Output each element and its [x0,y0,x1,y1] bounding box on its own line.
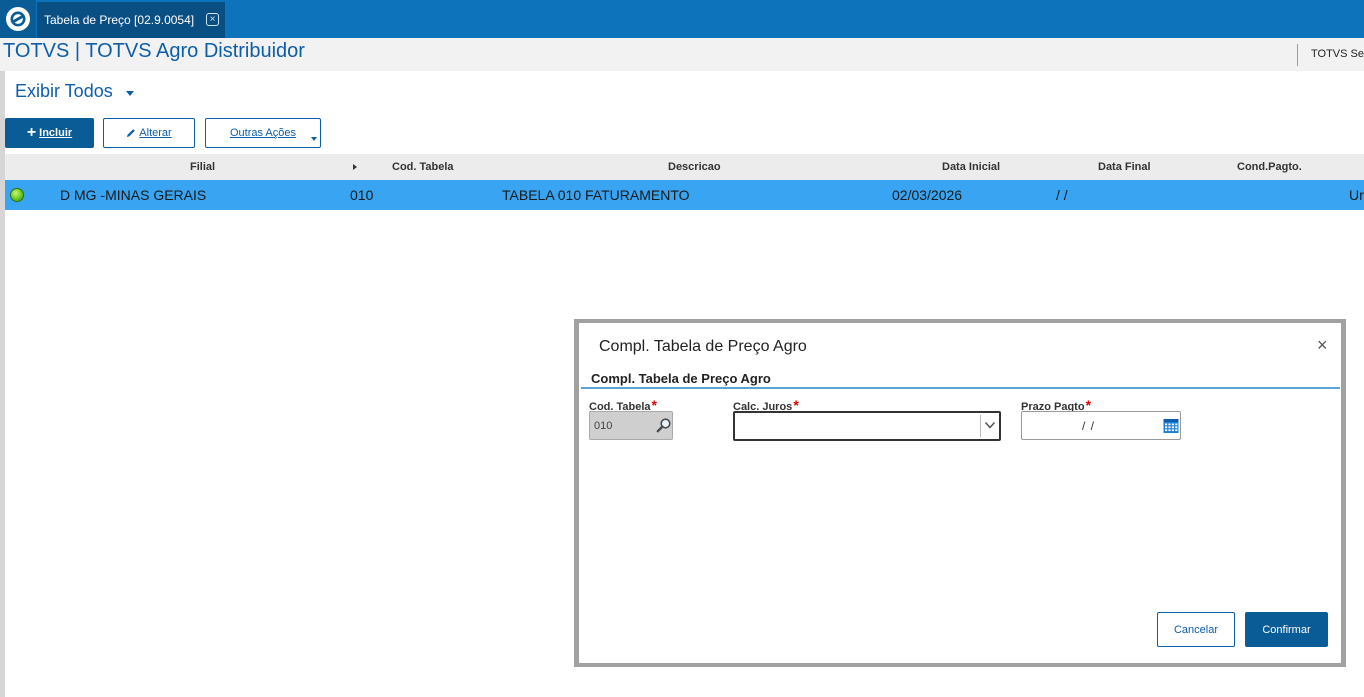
cell-cond-pagto: Ur [1349,187,1364,203]
close-icon[interactable]: × [1317,335,1328,356]
calendar-icon[interactable] [1163,418,1179,434]
cell-cod-tabela: 010 [350,187,374,203]
cell-descricao: TABELA 010 FATURAMENTO [502,187,690,203]
dialog-compl-tabela: Compl. Tabela de Preço Agro × Compl. Tab… [579,323,1341,663]
cell-data-inicial: 02/03/2026 [892,187,963,203]
status-active-icon [10,188,24,202]
tab-close-icon[interactable]: × [206,13,219,26]
pencil-icon [127,129,136,137]
view-filter-label: Exibir Todos [15,81,113,101]
totvs-logo-button[interactable] [0,0,36,38]
prazo-pagto-value: / / [1082,419,1096,433]
chevron-down-icon [984,421,996,429]
totvs-logo-icon [6,7,30,31]
search-icon[interactable] [656,417,672,433]
cell-data-final: / / [1056,187,1068,203]
view-filter-dropdown[interactable]: Exibir Todos [15,81,134,102]
column-header-cond-pagto[interactable]: Cond.Pagto. [1237,161,1302,173]
header-divider [1297,44,1298,66]
cod-tabela-field: 010 [589,411,673,440]
calc-juros-select[interactable] [733,411,1001,441]
cell-filial: D MG -MINAS GERAIS [60,187,207,203]
cod-tabela-value: 010 [594,420,613,432]
plus-icon: + [26,124,37,141]
tab-bar: Tabela de Preço [02.9.0054] × [0,0,1364,38]
section-title: Compl. Tabela de Preço Agro [591,371,771,386]
alterar-label: Alterar [139,127,172,139]
select-divider [980,415,981,437]
header-user-info[interactable]: TOTVS Se [1311,48,1364,60]
outras-acoes-button[interactable]: Outras Ações [205,118,321,148]
alterar-button[interactable]: Alterar [103,118,195,148]
chevron-down-icon [125,90,134,96]
tab-tabela-de-preco[interactable]: Tabela de Preço [02.9.0054] × [37,2,225,38]
sort-arrow-icon [353,164,357,170]
outras-acoes-label: Outras Ações [229,127,297,139]
dialog-title: Compl. Tabela de Preço Agro [599,338,807,355]
incluir-button[interactable]: + Incluir [5,118,94,148]
cancel-button[interactable]: Cancelar [1157,612,1235,647]
tab-label: Tabela de Preço [02.9.0054] [44,13,195,27]
app-title: TOTVS | TOTVS Agro Distribuidor [3,40,305,62]
column-header-filial[interactable]: Filial [190,161,215,173]
prazo-pagto-date-field[interactable]: / / [1021,411,1181,440]
chevron-down-icon [311,137,317,141]
confirm-button[interactable]: Confirmar [1245,612,1328,647]
app-header: TOTVS | TOTVS Agro Distribuidor TOTVS Se [0,38,1364,71]
incluir-label: Incluir [39,127,73,139]
column-header-data-inicial[interactable]: Data Inicial [942,161,1000,173]
grid-header: Filial Cod. Tabela Descricao Data Inicia… [5,154,1364,180]
column-header-data-final[interactable]: Data Final [1098,161,1151,173]
dialog-frame: Compl. Tabela de Preço Agro × Compl. Tab… [574,319,1346,667]
column-header-cod-tabela[interactable]: Cod. Tabela [392,161,454,173]
section-divider [581,387,1340,389]
table-row[interactable]: D MG -MINAS GERAIS 010 TABELA 010 FATURA… [5,180,1364,210]
column-header-descricao[interactable]: Descricao [668,161,721,173]
